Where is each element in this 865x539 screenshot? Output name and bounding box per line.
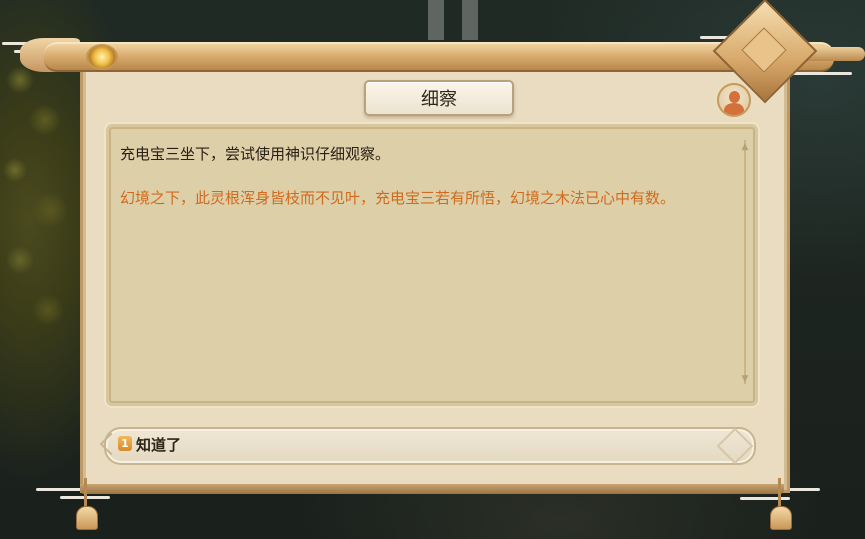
gem-ornament-icon <box>86 44 118 70</box>
result-text: 幻境之下，此灵根浑身皆枝而不见叶，充电宝三若有所悟，幻境之木法已心中有数。 <box>120 189 676 207</box>
bell-cord <box>778 478 781 508</box>
tree-foliage <box>0 40 90 360</box>
portrait-body <box>724 103 744 115</box>
scrollbar[interactable] <box>744 140 746 384</box>
stone-pillar <box>462 0 478 40</box>
character-portrait-icon[interactable] <box>717 83 751 117</box>
choice-number-badge: 1 <box>118 436 132 451</box>
bell-icon <box>76 506 98 530</box>
portrait-head <box>729 91 740 103</box>
dialog-panel-bottom-edge <box>80 484 784 494</box>
bell-cord <box>84 478 87 508</box>
stone-pillar <box>428 0 444 40</box>
bell-icon <box>770 506 792 530</box>
choice-button-acknowledge[interactable] <box>104 427 756 465</box>
dialog-title: 细察 <box>364 80 514 116</box>
scroll-up-arrow-icon[interactable]: ▲ <box>740 142 750 152</box>
choice-label[interactable]: 知道了 <box>136 434 181 455</box>
cloud-wisp <box>740 497 790 500</box>
scroll-down-arrow-icon[interactable]: ▼ <box>740 374 750 384</box>
cloud-wisp <box>792 72 852 75</box>
dialog-text-box[interactable] <box>106 124 758 406</box>
narration-text: 充电宝三坐下，尝试使用神识仔细观察。 <box>120 145 391 163</box>
